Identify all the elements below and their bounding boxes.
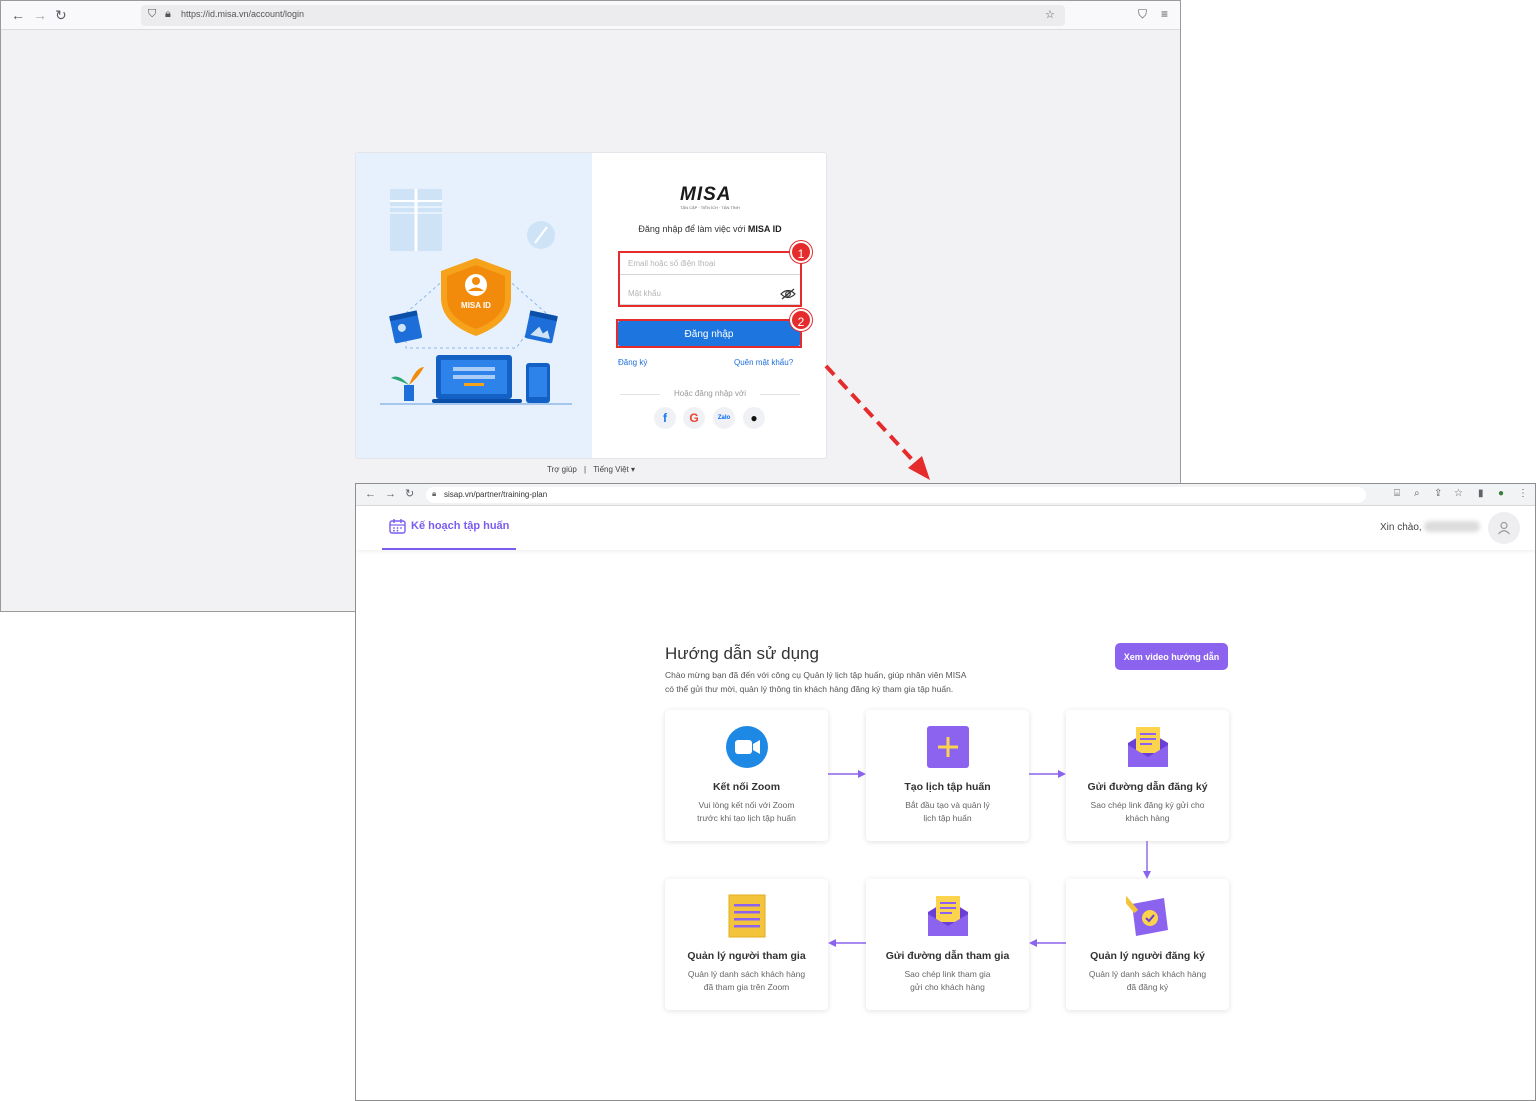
back-icon[interactable]: ← <box>365 488 376 501</box>
footer-separator: | <box>584 465 587 474</box>
login-card: MISA ID MISA TẬN CẬP · TIỆN ÍCH · TẬN TÌ… <box>355 152 827 459</box>
guide-desc-line: có thể gửi thư mời, quản lý thông tin kh… <box>665 684 954 694</box>
step-title: Kết nối Zoom <box>712 781 781 793</box>
watch-video-button[interactable]: Xem video hướng dẫn <box>1115 643 1228 670</box>
app-browser-window: ← → ↻ 🔒︎ sisap.vn/partner/training-plan … <box>355 483 1536 1101</box>
language-selector[interactable]: Tiếng Việt ▾ <box>593 465 635 474</box>
step-card-manage-registrants[interactable]: Quản lý người đăng ký Quản lý danh sách … <box>1066 879 1229 1010</box>
lock-icon: 🔒︎ <box>165 8 171 20</box>
step-title: Quản lý người tham gia <box>687 950 806 962</box>
translate-icon[interactable]: ⌸ <box>1394 488 1400 499</box>
step-card-connect-zoom[interactable]: Kết nối Zoom Vui lòng kết nối với Zoom tr… <box>665 710 828 841</box>
step-card-send-join-link[interactable]: Gửi đường dẫn tham gia Sao chép link tha… <box>866 879 1029 1010</box>
login-title-text: Đăng nhập để làm việc với <box>638 224 746 234</box>
flow-arrow-right <box>828 770 866 778</box>
zalo-icon[interactable]: Zalo <box>713 407 735 429</box>
url-text: https://id.misa.vn/account/login <box>181 9 305 19</box>
browser-toolbar-2: ← → ↻ 🔒︎ sisap.vn/partner/training-plan … <box>356 484 1535 506</box>
profile-icon[interactable]: ● <box>1498 488 1504 499</box>
share-icon[interactable]: ⇪ <box>1434 488 1442 499</box>
flow-arrow-down <box>1143 841 1151 879</box>
user-avatar[interactable] <box>1488 512 1520 544</box>
envelope-letter-icon <box>928 896 968 936</box>
apple-icon[interactable]: ● <box>743 407 765 429</box>
login-title-brand: MISA ID <box>747 224 782 234</box>
step-desc: Sao chép link tham gia gửi cho khách hàng <box>904 969 991 992</box>
forward-icon[interactable]: → <box>33 7 47 23</box>
step-card-manage-participants[interactable]: Quản lý người tham gia Quản lý danh sách… <box>665 879 828 1010</box>
reload-icon[interactable]: ↻ <box>55 7 67 23</box>
step-desc: Bắt đầu tạo và quản lý lịch tập huấn <box>905 800 990 823</box>
step-desc: Quản lý danh sách khách hàng đã đăng ký <box>1088 969 1207 992</box>
sidebar-icon[interactable]: ▮ <box>1478 488 1484 499</box>
tab-label: Kế hoạch tập huấn <box>411 520 510 532</box>
shield-icon: ⛉ <box>148 8 157 20</box>
bookmark-star-icon[interactable]: ☆ <box>1454 488 1463 499</box>
step-title: Tạo lịch tập huấn <box>904 781 991 793</box>
register-link[interactable]: Đăng ký <box>618 358 647 367</box>
guide-title: Hướng dẫn sử dụng <box>665 644 819 663</box>
login-form: MISA TẬN CẬP · TIỆN ÍCH · TẬN TÌNH Đăng … <box>592 153 826 458</box>
flow-arrow-left <box>828 939 866 947</box>
plus-icon <box>927 726 969 768</box>
step-badge-2: 2 <box>790 309 812 331</box>
user-icon <box>1498 521 1510 535</box>
zoom-icon[interactable]: ⌕ <box>1414 488 1420 499</box>
step-desc: Vui lòng kết nối với Zoom trước khi tạo l… <box>697 800 796 823</box>
credentials-highlight <box>618 251 802 307</box>
step-desc: Sao chép link đăng ký gửi cho khách hàng <box>1090 800 1205 823</box>
forgot-password-link[interactable]: Quên mật khẩu? <box>734 358 793 367</box>
step-card-create-schedule[interactable]: Tạo lịch tập huấn Bắt đầu tạo và quản lý… <box>866 710 1029 841</box>
step-title: Quản lý người đăng ký <box>1090 950 1205 962</box>
calendar-icon <box>389 519 406 534</box>
envelope-letter-icon <box>1128 727 1168 767</box>
lock-icon: 🔒︎ <box>432 489 437 498</box>
login-title: Đăng nhập để làm việc với MISA ID <box>592 224 826 234</box>
address-bar[interactable]: ⛉ 🔒︎ https://id.misa.vn/account/login ☆ <box>141 5 1065 26</box>
zoom-camera-icon <box>726 726 768 768</box>
step-desc: Quản lý danh sách khách hàng đã tham gia … <box>687 969 806 992</box>
help-link[interactable]: Trợ giúp <box>547 465 577 474</box>
flow-arrow-left <box>1029 939 1066 947</box>
note-checkmark-icon <box>1126 896 1168 936</box>
back-icon[interactable]: ← <box>11 7 25 23</box>
misa-logo: MISA <box>680 184 732 205</box>
misa-slogan: TẬN CẬP · TIỆN ÍCH · TẬN TÌNH <box>680 205 740 210</box>
login-footer: Trợ giúp | Tiếng Việt ▾ <box>355 465 827 474</box>
step-title: Gửi đường dẫn đăng ký <box>1087 781 1208 793</box>
flow-arrow-right <box>1029 770 1066 778</box>
login-illustration: MISA ID <box>356 153 592 458</box>
shield-label: MISA ID <box>461 301 491 310</box>
menu-icon[interactable]: ≡ <box>1161 7 1168 21</box>
facebook-icon[interactable]: f <box>654 407 676 429</box>
pocket-icon[interactable]: ⛉ <box>1138 7 1147 22</box>
address-bar[interactable]: 🔒︎ sisap.vn/partner/training-plan <box>426 487 1366 503</box>
browser-toolbar: ← → ↻ ⛉ 🔒︎ https://id.misa.vn/account/lo… <box>1 1 1180 30</box>
url-text: sisap.vn/partner/training-plan <box>444 490 548 499</box>
reload-icon[interactable]: ↻ <box>405 488 414 501</box>
forward-icon[interactable]: → <box>385 488 396 501</box>
step-card-send-register-link[interactable]: Gửi đường dẫn đăng ký Sao chép link đăng… <box>1066 710 1229 841</box>
bookmark-star-icon[interactable]: ☆ <box>1045 8 1055 21</box>
tab-training-plan[interactable]: Kế hoạch tập huấn <box>382 506 516 550</box>
step-badge-1: 1 <box>790 241 812 263</box>
login-button-highlight <box>616 319 802 348</box>
app-header: Kế hoạch tập huấn Xin chào, <box>356 506 1535 550</box>
or-divider: Hoặc đăng nhập với <box>620 389 800 398</box>
step-title: Gửi đường dẫn tham gia <box>885 950 1010 962</box>
guide-description: Chào mừng bạn đã đến với công cụ Quản lý… <box>665 668 1025 696</box>
kebab-menu-icon[interactable]: ⋮ <box>1518 488 1528 499</box>
document-list-icon <box>728 894 766 938</box>
transition-arrow <box>824 364 930 480</box>
google-icon[interactable]: G <box>683 407 705 429</box>
blurred-username <box>1424 521 1480 532</box>
greeting-text: Xin chào, <box>1380 522 1422 533</box>
guide-desc-line: Chào mừng bạn đã đến với công cụ Quản lý… <box>665 670 967 680</box>
